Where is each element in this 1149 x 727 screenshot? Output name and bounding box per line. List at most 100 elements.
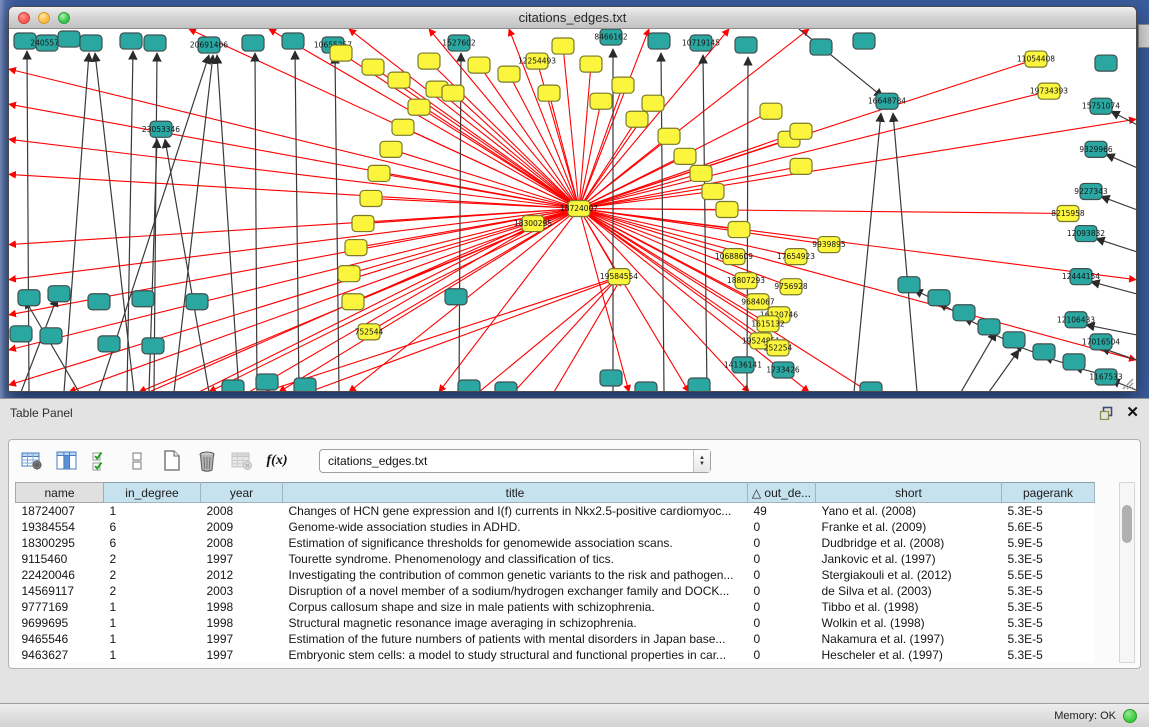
graph-node[interactable] <box>132 291 154 307</box>
table-cell[interactable]: Disruption of a novel member of a sodium… <box>283 583 748 599</box>
graph-node[interactable] <box>1063 354 1085 370</box>
graph-node[interactable] <box>648 33 670 49</box>
table-cell[interactable]: Dudbridge et al. (2008) <box>816 535 1002 551</box>
graph-edge-red[interactable] <box>453 93 579 208</box>
graph-node[interactable] <box>388 72 410 88</box>
column-header-in-degree[interactable]: in_degree <box>104 483 201 503</box>
graph-edge-red[interactable] <box>579 208 1068 213</box>
table-row[interactable]: 1872400712008Changes of HCN gene express… <box>16 503 1095 519</box>
graph-edge-black[interactable] <box>255 53 257 392</box>
float-panel-icon[interactable] <box>1099 406 1114 420</box>
table-cell[interactable]: 5.3E-5 <box>1002 615 1095 631</box>
table-cell[interactable]: Yano et al. (2008) <box>816 503 1002 519</box>
table-cell[interactable]: 2003 <box>201 583 283 599</box>
function-builder-icon[interactable]: f(x) <box>264 448 290 474</box>
graph-node[interactable] <box>338 266 360 282</box>
graph-node[interactable]: 752544 <box>355 324 384 340</box>
graph-node[interactable] <box>928 290 950 306</box>
network-graph[interactable]: 2405572206914061065525715276028466162107… <box>9 29 1136 392</box>
graph-node[interactable] <box>282 33 304 49</box>
table-cell[interactable]: 18724007 <box>16 503 104 519</box>
graph-edge-red[interactable] <box>209 208 579 392</box>
graph-node[interactable] <box>790 123 812 139</box>
graph-node[interactable]: 8215958 <box>1051 205 1085 221</box>
graph-node[interactable]: 17654923 <box>777 249 815 265</box>
table-cell[interactable]: 5.3E-5 <box>1002 647 1095 663</box>
table-cell[interactable]: 9777169 <box>16 599 104 615</box>
graph-node[interactable]: 17016504 <box>1082 334 1120 350</box>
graph-edge-red[interactable] <box>249 226 535 392</box>
graph-node[interactable] <box>658 128 680 144</box>
table-cell[interactable]: 0 <box>748 647 816 663</box>
table-cell[interactable]: 6 <box>104 535 201 551</box>
graph-edge-black[interactable] <box>64 53 89 392</box>
graph-node[interactable] <box>80 35 102 51</box>
graph-edge-black[interactable] <box>703 55 707 392</box>
window-titlebar[interactable]: citations_edges.txt <box>9 7 1136 29</box>
graph-node[interactable] <box>18 290 40 306</box>
table-row[interactable]: 2242004622012Investigating the contribut… <box>16 567 1095 583</box>
graph-node[interactable] <box>978 319 1000 335</box>
table-cell[interactable]: 5.9E-5 <box>1002 535 1095 551</box>
new-table-icon[interactable] <box>159 448 185 474</box>
stacked-rows-icon[interactable] <box>124 448 150 474</box>
table-cell[interactable]: 0 <box>748 535 816 551</box>
table-cell[interactable]: Estimation of significance thresholds fo… <box>283 535 748 551</box>
table-row[interactable]: 946554611997Estimation of the future num… <box>16 631 1095 647</box>
graph-node[interactable] <box>458 380 480 392</box>
node-table[interactable]: namein_degreeyeartitle△ out_de...shortpa… <box>15 482 1095 663</box>
table-cell[interactable]: 9465546 <box>16 631 104 647</box>
graph-node[interactable] <box>98 336 120 352</box>
graph-edge-black[interactable] <box>961 332 996 392</box>
table-cell[interactable]: 5.3E-5 <box>1002 583 1095 599</box>
graph-edge-black[interactable] <box>217 55 239 392</box>
table-cell[interactable]: 5.5E-5 <box>1002 567 1095 583</box>
graph-node[interactable] <box>294 378 316 392</box>
graph-node[interactable] <box>702 183 724 199</box>
table-cell[interactable]: 6 <box>104 519 201 535</box>
table-cell[interactable]: 2 <box>104 583 201 599</box>
table-cell[interactable]: Wolkin et al. (1998) <box>816 615 1002 631</box>
graph-node[interactable] <box>626 111 648 127</box>
graph-node[interactable] <box>642 95 664 111</box>
table-cell[interactable]: 5.6E-5 <box>1002 519 1095 535</box>
table-cell[interactable]: 1 <box>104 647 201 663</box>
graph-node[interactable]: 15751074 <box>1082 98 1120 114</box>
graph-edge-black[interactable] <box>127 51 133 392</box>
graph-edge-black[interactable] <box>459 53 461 392</box>
column-header-short[interactable]: short <box>816 483 1002 503</box>
graph-edge-red[interactable] <box>9 104 579 208</box>
graph-node[interactable] <box>40 328 62 344</box>
table-row[interactable]: 1938455462009Genome-wide association stu… <box>16 519 1095 535</box>
graph-node[interactable] <box>552 38 574 54</box>
graph-edge-red[interactable] <box>579 208 829 244</box>
graph-node[interactable]: 10719145 <box>682 35 720 51</box>
graph-node[interactable] <box>418 53 440 69</box>
graph-node[interactable] <box>88 294 110 310</box>
table-cell[interactable]: 5.3E-5 <box>1002 503 1095 519</box>
graph-edge-black[interactable] <box>25 300 79 392</box>
graph-node[interactable] <box>898 277 920 293</box>
graph-node[interactable] <box>1095 55 1117 71</box>
graph-edge-red[interactable] <box>563 46 579 208</box>
column-header-pagerank[interactable]: pagerank <box>1002 483 1095 503</box>
table-cell[interactable]: 1 <box>104 631 201 647</box>
table-cell[interactable]: 1997 <box>201 551 283 567</box>
graph-edge-red[interactable] <box>579 191 713 208</box>
graph-node[interactable] <box>360 190 382 206</box>
graph-node[interactable] <box>716 201 738 217</box>
graph-node[interactable] <box>538 85 560 101</box>
table-cell[interactable]: Changes of HCN gene expression and I(f) … <box>283 503 748 519</box>
table-cell[interactable]: Embryonic stem cells: a model to study s… <box>283 647 748 663</box>
graph-edge-black[interactable] <box>165 139 209 392</box>
graph-edge-red[interactable] <box>429 29 579 208</box>
dropdown-stepper-icon[interactable]: ▲▼ <box>693 450 710 472</box>
table-cell[interactable]: 1998 <box>201 599 283 615</box>
graph-edge-black[interactable] <box>1091 282 1136 294</box>
table-cell[interactable]: 9463627 <box>16 647 104 663</box>
table-cell[interactable]: Corpus callosum shape and size in male p… <box>283 599 748 615</box>
scrollbar-thumb[interactable] <box>1122 505 1132 543</box>
table-row[interactable]: 1456911722003Disruption of a novel membe… <box>16 583 1095 599</box>
table-cell[interactable]: Investigating the contribution of common… <box>283 567 748 583</box>
table-cell[interactable]: 2009 <box>201 519 283 535</box>
